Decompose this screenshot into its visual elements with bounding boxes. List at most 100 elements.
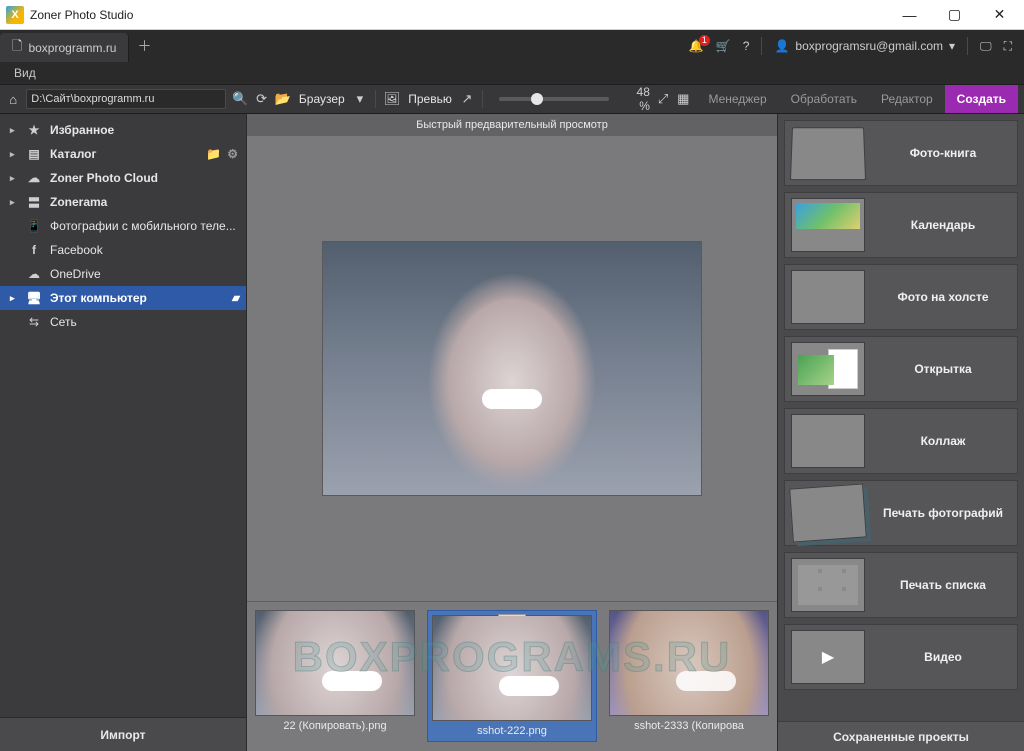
mode-create[interactable]: Создать [945, 85, 1018, 113]
window-maximize-button[interactable]: ▢ [932, 1, 977, 29]
popout-icon[interactable]: ↗ [460, 91, 474, 107]
present-button[interactable]: 🖵 [980, 39, 992, 54]
calendar-icon [791, 198, 865, 252]
create-option-video[interactable]: Видео [784, 624, 1018, 690]
mode-manager[interactable]: Менеджер [696, 85, 778, 113]
sidebar-item-onedrive[interactable]: ☁ OneDrive [0, 262, 246, 286]
sidebar-item-label: Этот компьютер [50, 291, 147, 305]
print-photos-icon [789, 483, 867, 542]
cart-icon: 🛒 [716, 39, 731, 53]
gear-icon[interactable]: ⚙ [227, 147, 238, 161]
preview-image [322, 241, 702, 496]
window-close-button[interactable]: ✕ [977, 1, 1022, 29]
folder-add-icon[interactable]: 📁 [206, 147, 221, 161]
mode-editor[interactable]: Редактор [869, 85, 945, 113]
star-icon: ★ [26, 123, 42, 137]
mode-process[interactable]: Обработать [779, 85, 869, 113]
sidebar-item-label: Сеть [50, 315, 77, 329]
chevron-right-icon [10, 245, 18, 255]
thumbnail-image [255, 610, 415, 716]
folder-tree: ▸ ★ Избранное ▸ ▤ Каталог 📁 ⚙ ▸ ☁ Zoner P… [0, 114, 246, 717]
toolbar: ⌂ D:\Сайт\boxprogramm.ru 🔍 ⟳ 📂 Браузер ▾… [0, 84, 1024, 114]
fit-icon[interactable]: ⤢ [656, 91, 670, 107]
onedrive-icon: ☁ [26, 267, 42, 281]
chevron-right-icon [10, 221, 18, 231]
create-option-photo-book[interactable]: Фото-книга [784, 120, 1018, 186]
sidebar-item-this-computer[interactable]: ▸ 🖥 Этот компьютер ▴▾ [0, 286, 246, 310]
chevron-right-icon: ▸ [10, 173, 18, 184]
sidebar: ▸ ★ Избранное ▸ ▤ Каталог 📁 ⚙ ▸ ☁ Zoner P… [0, 114, 247, 751]
sort-icon[interactable]: ▴▾ [232, 293, 238, 304]
account-button[interactable]: 👤 boxprogramsru@gmail.com ▾ [774, 39, 955, 53]
fullscreen-icon: ⛶ [1004, 39, 1012, 54]
create-option-postcard[interactable]: Открытка [784, 336, 1018, 402]
catalog-icon: ▤ [26, 147, 42, 161]
sidebar-item-zoner-cloud[interactable]: ▸ ☁ Zoner Photo Cloud [0, 166, 246, 190]
zoom-slider-thumb[interactable] [531, 93, 543, 105]
cart-button[interactable]: 🛒 [716, 39, 731, 53]
sidebar-item-favorites[interactable]: ▸ ★ Избранное [0, 118, 246, 142]
app-tabbar: 🗋 boxprogramm.ru ＋ 🔔 1 🛒 ? 👤 boxprograms… [0, 30, 1024, 62]
canvas-icon [791, 270, 865, 324]
fullscreen-button[interactable]: ⛶ [1004, 39, 1012, 54]
zonerama-icon: 〓 [26, 194, 42, 211]
cloud-icon: ☁ [26, 171, 42, 185]
network-icon: ⇆ [26, 315, 42, 329]
chevron-down-icon[interactable]: ▾ [353, 91, 367, 107]
chevron-down-icon: ▾ [949, 39, 955, 53]
create-option-label: Фото на холсте [875, 290, 1011, 304]
help-icon: ? [743, 39, 750, 53]
menu-view[interactable]: Вид [8, 64, 42, 82]
chevron-right-icon: ▸ [10, 125, 18, 136]
collage-icon [791, 414, 865, 468]
import-button[interactable]: Импорт [0, 717, 246, 751]
tab-label: boxprogramm.ru [28, 41, 116, 55]
print-list-icon [791, 558, 865, 612]
browser-mode[interactable]: Браузер [297, 92, 347, 106]
window-minimize-button[interactable]: — [887, 1, 932, 29]
sidebar-item-facebook[interactable]: f Facebook [0, 238, 246, 262]
saved-projects-button[interactable]: Сохраненные проекты [778, 721, 1024, 751]
grid-icon[interactable]: ▦ [676, 91, 690, 107]
create-option-print-photos[interactable]: Печать фотографий [784, 480, 1018, 546]
create-option-collage[interactable]: Коллаж [784, 408, 1018, 474]
user-icon: 👤 [774, 39, 789, 53]
sidebar-item-catalog[interactable]: ▸ ▤ Каталог 📁⚙ [0, 142, 246, 166]
thumbnail-item[interactable]: 22 (Копировать).png [255, 610, 415, 732]
preview-mode[interactable]: Превью [406, 92, 454, 106]
sidebar-item-zonerama[interactable]: ▸ 〓 Zonerama [0, 190, 246, 214]
help-button[interactable]: ? [743, 39, 750, 53]
refresh-icon[interactable]: ⟳ [254, 91, 268, 107]
computer-icon: 🖥 [26, 291, 42, 305]
thumbnail-caption: sshot-222.png [477, 725, 547, 737]
home-button[interactable]: ⌂ [6, 92, 20, 107]
create-option-label: Печать фотографий [875, 506, 1011, 520]
create-option-print-list[interactable]: Печать списка [784, 552, 1018, 618]
create-option-canvas[interactable]: Фото на холсте [784, 264, 1018, 330]
search-icon[interactable]: 🔍 [232, 91, 248, 107]
folder-icon[interactable]: 📂 [275, 91, 291, 107]
chevron-right-icon: ▸ [10, 293, 18, 304]
path-input[interactable]: D:\Сайт\boxprogramm.ru [26, 89, 226, 109]
document-tab[interactable]: 🗋 boxprogramm.ru [0, 33, 129, 62]
create-option-label: Печать списка [875, 578, 1011, 592]
sidebar-item-label: Zoner Photo Cloud [50, 171, 158, 185]
zoom-slider[interactable] [499, 97, 609, 101]
sidebar-item-label: Facebook [50, 243, 103, 257]
create-option-label: Календарь [875, 218, 1011, 232]
sidebar-item-label: Каталог [50, 147, 97, 161]
preview-area[interactable] [247, 136, 777, 601]
new-tab-button[interactable]: ＋ [129, 30, 159, 62]
notifications-button[interactable]: 🔔 1 [689, 39, 704, 53]
create-option-label: Фото-книга [875, 146, 1011, 160]
create-option-label: Открытка [875, 362, 1011, 376]
thumbnail-item[interactable]: sshot-222.png [427, 610, 597, 742]
create-option-calendar[interactable]: Календарь [784, 192, 1018, 258]
thumbnail-item[interactable]: sshot-2333 (Копирова [609, 610, 769, 732]
sidebar-item-network[interactable]: ⇆ Сеть [0, 310, 246, 334]
window-title: Zoner Photo Studio [30, 8, 887, 22]
facebook-icon: f [26, 243, 42, 257]
sidebar-item-mobile-photos[interactable]: 📱 Фотографии с мобильного теле... [0, 214, 246, 238]
menu-bar: Вид [0, 62, 1024, 84]
sidebar-item-label: Zonerama [50, 195, 107, 209]
